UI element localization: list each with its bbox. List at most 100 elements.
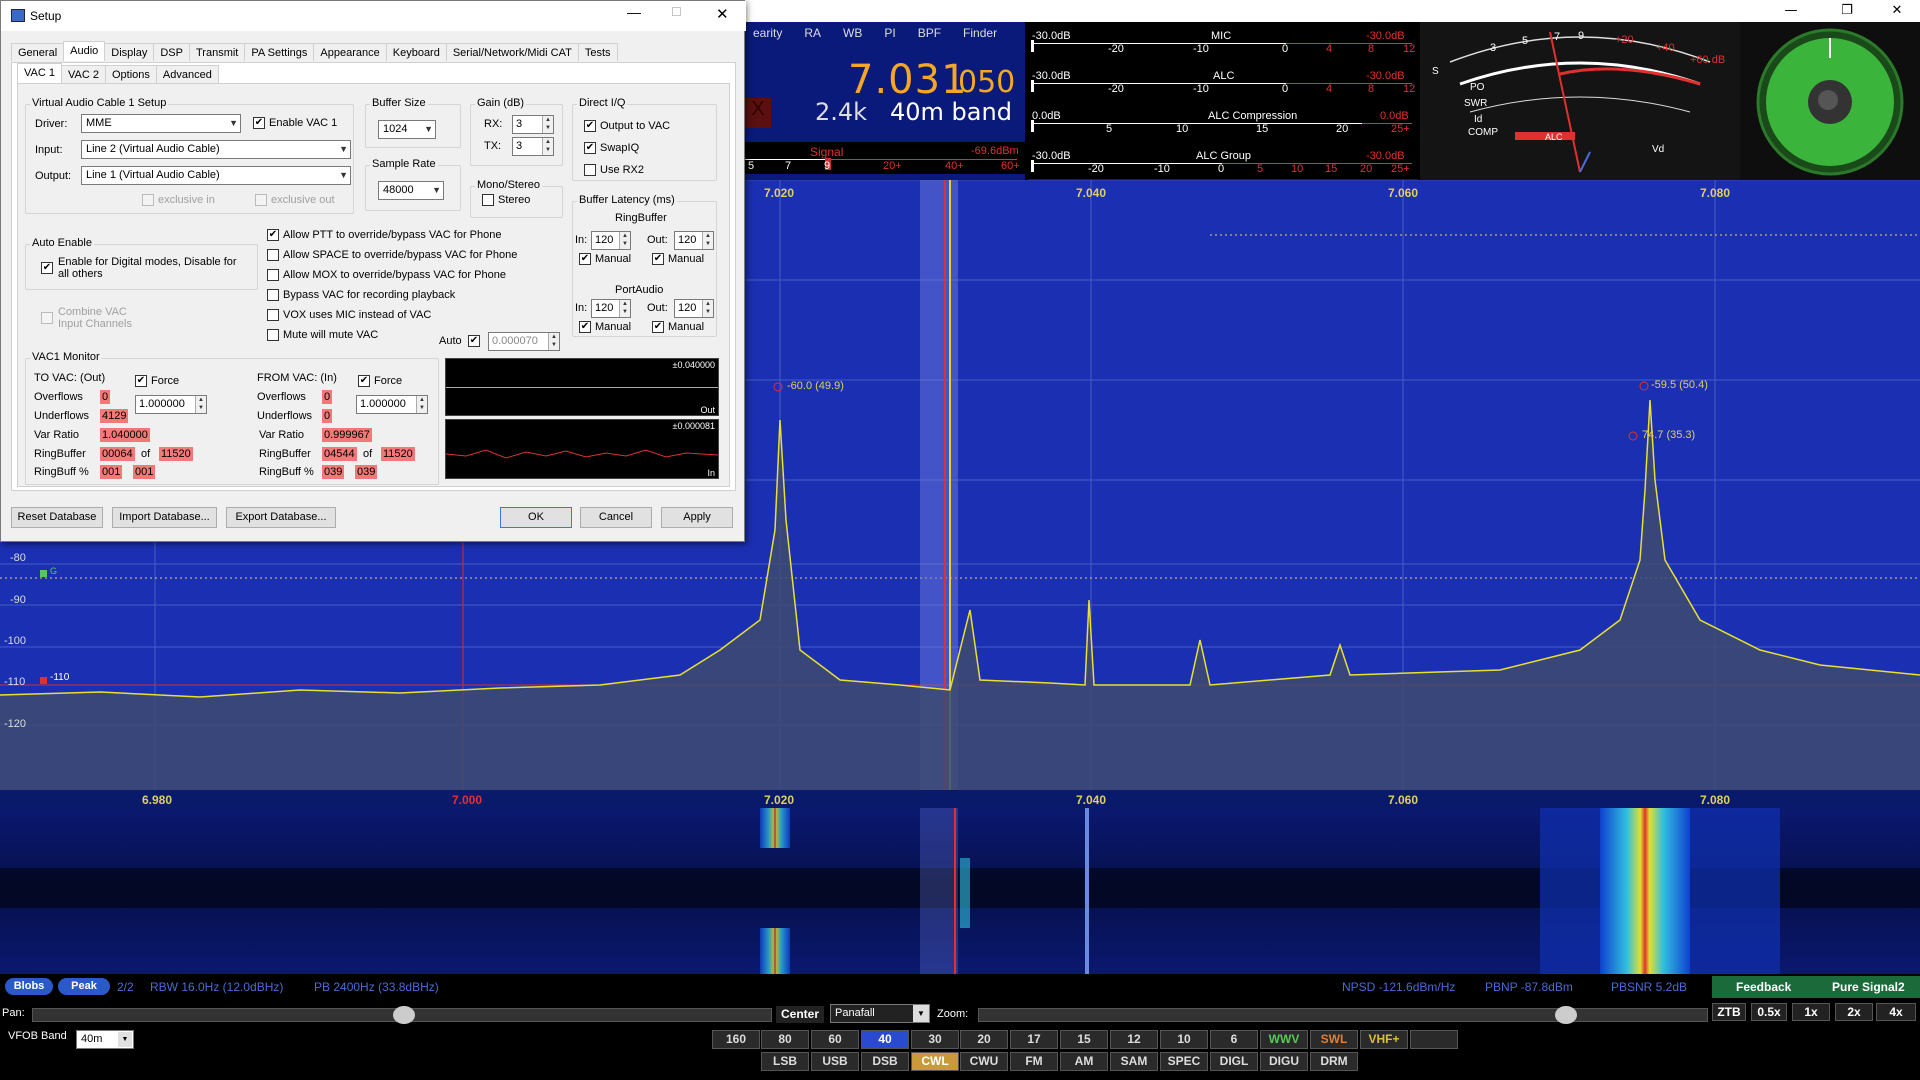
stereo-checkbox[interactable] bbox=[482, 194, 494, 206]
cancel-button[interactable]: Cancel bbox=[580, 507, 652, 528]
ok-button[interactable]: OK bbox=[500, 507, 572, 528]
band-swl-button[interactable]: SWL bbox=[1310, 1030, 1358, 1049]
close-icon[interactable]: ✕ bbox=[716, 5, 729, 23]
rb-out-input[interactable]: 120 ▲ ▼ bbox=[674, 231, 714, 250]
output-select[interactable]: Line 1 (Virtual Audio Cable) ▼ bbox=[81, 166, 351, 185]
menu-item-bpf[interactable]: BPF bbox=[918, 26, 941, 40]
auto-checkbox[interactable]: ✔ bbox=[468, 335, 480, 347]
maximize-button[interactable]: ❐ bbox=[1824, 0, 1870, 22]
ztb-button[interactable]: ZTB bbox=[1712, 1003, 1746, 1021]
allow-ptt-checkbox[interactable]: ✔ bbox=[267, 229, 279, 241]
display-mode-select[interactable]: Panafall ▼ bbox=[830, 1004, 930, 1023]
tab-vac2[interactable]: VAC 2 bbox=[60, 65, 106, 83]
buffer-size-select[interactable]: 1024 ▼ bbox=[378, 120, 436, 139]
mode-digl-button[interactable]: DIGL bbox=[1210, 1052, 1258, 1071]
spinner-icon[interactable]: ▲ ▼ bbox=[542, 138, 553, 155]
zoom-4x-button[interactable]: 4x bbox=[1876, 1003, 1916, 1021]
tab-general[interactable]: General bbox=[11, 43, 65, 61]
mode-cwl-button[interactable]: CWL bbox=[911, 1052, 959, 1071]
mode-dsb-button[interactable]: DSB bbox=[861, 1052, 909, 1071]
pa-in-input[interactable]: 120 ▲ ▼ bbox=[591, 299, 631, 318]
pure-signal-label[interactable]: Pure Signal2 bbox=[1832, 980, 1905, 994]
band-60-button[interactable]: 60 bbox=[811, 1030, 859, 1049]
chevron-down-icon[interactable]: ▼ bbox=[118, 1032, 132, 1047]
waterfall[interactable] bbox=[0, 808, 1920, 974]
swap-iq-checkbox[interactable]: ✔ bbox=[584, 142, 596, 154]
rb-out-manual-checkbox[interactable]: ✔ bbox=[652, 253, 664, 265]
rb-in-manual-checkbox[interactable]: ✔ bbox=[579, 253, 591, 265]
zoom-thumb[interactable] bbox=[1555, 1006, 1577, 1024]
pa-out-input[interactable]: 120 ▲ ▼ bbox=[674, 299, 714, 318]
use-rx2-checkbox[interactable] bbox=[584, 164, 596, 176]
center-button[interactable]: Center bbox=[776, 1006, 824, 1023]
mode-cwu-button[interactable]: CWU bbox=[960, 1052, 1008, 1071]
zoom-half-button[interactable]: 0.5x bbox=[1751, 1003, 1787, 1021]
band-6-button[interactable]: 6 bbox=[1210, 1030, 1258, 1049]
chevron-down-icon[interactable]: ▼ bbox=[913, 1005, 929, 1022]
to-vac-force-input[interactable]: 1.000000 ▲ ▼ bbox=[135, 395, 207, 414]
from-vac-force-input[interactable]: 1.000000 ▲ ▼ bbox=[356, 395, 428, 414]
mode-fm-button[interactable]: FM bbox=[1010, 1052, 1058, 1071]
spinner-icon[interactable]: ▲ ▼ bbox=[416, 396, 427, 413]
band-80-button[interactable]: 80 bbox=[761, 1030, 809, 1049]
rx-gain-input[interactable]: 3 ▲ ▼ bbox=[512, 115, 554, 134]
output-to-vac-checkbox[interactable]: ✔ bbox=[584, 120, 596, 132]
close-app-button[interactable]: ✕ bbox=[1874, 0, 1920, 22]
menu-item-pi[interactable]: PI bbox=[884, 26, 895, 40]
mode-digu-button[interactable]: DIGU bbox=[1260, 1052, 1308, 1071]
mode-spec-button[interactable]: SPEC bbox=[1160, 1052, 1208, 1071]
from-vac-force-checkbox[interactable]: ✔ bbox=[358, 375, 370, 387]
spinner-icon[interactable]: ▲ ▼ bbox=[542, 116, 553, 133]
tab-serial-network[interactable]: Serial/Network/Midi CAT bbox=[445, 43, 579, 61]
band-wwv-button[interactable]: WWV bbox=[1260, 1030, 1308, 1049]
band-15-button[interactable]: 15 bbox=[1060, 1030, 1108, 1049]
zoom-1x-button[interactable]: 1x bbox=[1792, 1003, 1830, 1021]
export-database-button[interactable]: Export Database... bbox=[226, 507, 336, 528]
band-vhf-button[interactable]: VHF+ bbox=[1360, 1030, 1408, 1049]
mode-lsb-button[interactable]: LSB bbox=[761, 1052, 809, 1071]
menu-item-ra[interactable]: RA bbox=[804, 26, 821, 40]
mode-am-button[interactable]: AM bbox=[1060, 1052, 1108, 1071]
allow-space-checkbox[interactable] bbox=[267, 249, 279, 261]
spinner-icon[interactable]: ▲ ▼ bbox=[195, 396, 206, 413]
enable-vac1-checkbox[interactable]: ✔ bbox=[253, 117, 265, 129]
vfo-x-indicator[interactable]: X bbox=[745, 98, 771, 128]
to-vac-force-checkbox[interactable]: ✔ bbox=[135, 375, 147, 387]
import-database-button[interactable]: Import Database... bbox=[112, 507, 217, 528]
rb-in-input[interactable]: 120 ▲ ▼ bbox=[591, 231, 631, 250]
band-10-button[interactable]: 10 bbox=[1160, 1030, 1208, 1049]
tab-keyboard[interactable]: Keyboard bbox=[385, 43, 447, 61]
pan-thumb[interactable] bbox=[393, 1006, 415, 1024]
tab-options[interactable]: Options bbox=[104, 65, 157, 83]
zoom-2x-button[interactable]: 2x bbox=[1835, 1003, 1873, 1021]
zoom-slider[interactable] bbox=[978, 1006, 1708, 1024]
menu-item[interactable]: earity bbox=[753, 26, 782, 40]
allow-mox-checkbox[interactable] bbox=[267, 269, 279, 281]
spinner-icon[interactable]: ▲ ▼ bbox=[702, 232, 713, 249]
spinner-icon[interactable]: ▲ ▼ bbox=[619, 232, 630, 249]
feedback-label[interactable]: Feedback bbox=[1736, 980, 1791, 994]
menu-item-finder[interactable]: Finder bbox=[963, 26, 997, 40]
tab-audio[interactable]: Audio bbox=[63, 41, 106, 61]
mode-sam-button[interactable]: SAM bbox=[1110, 1052, 1158, 1071]
mute-vac-checkbox[interactable] bbox=[267, 329, 279, 341]
tab-advanced[interactable]: Advanced bbox=[155, 65, 219, 83]
menu-item-wb[interactable]: WB bbox=[843, 26, 862, 40]
band-30-button[interactable]: 30 bbox=[911, 1030, 959, 1049]
pa-out-manual-checkbox[interactable]: ✔ bbox=[652, 321, 664, 333]
tab-dsp[interactable]: DSP bbox=[153, 43, 190, 61]
vfob-band-select[interactable]: 40m ▼ bbox=[76, 1030, 134, 1049]
vfo-frequency-main[interactable]: 7.031 bbox=[848, 57, 968, 103]
bypass-vac-checkbox[interactable] bbox=[267, 289, 279, 301]
band-40-button[interactable]: 40 bbox=[861, 1030, 909, 1049]
blobs-button[interactable]: Blobs bbox=[5, 978, 53, 995]
vfo-frequency-sub[interactable]: 050 bbox=[958, 65, 1015, 100]
peak-button[interactable]: Peak bbox=[58, 978, 110, 995]
minimize-icon[interactable]: — bbox=[627, 4, 641, 20]
reset-database-button[interactable]: Reset Database bbox=[11, 507, 103, 528]
tab-appearance[interactable]: Appearance bbox=[313, 43, 387, 61]
band-160-button[interactable]: 160 bbox=[712, 1030, 760, 1049]
auto-enable-checkbox[interactable]: ✔ bbox=[41, 262, 53, 274]
sample-rate-select[interactable]: 48000 ▼ bbox=[378, 181, 444, 200]
band-17-button[interactable]: 17 bbox=[1010, 1030, 1058, 1049]
